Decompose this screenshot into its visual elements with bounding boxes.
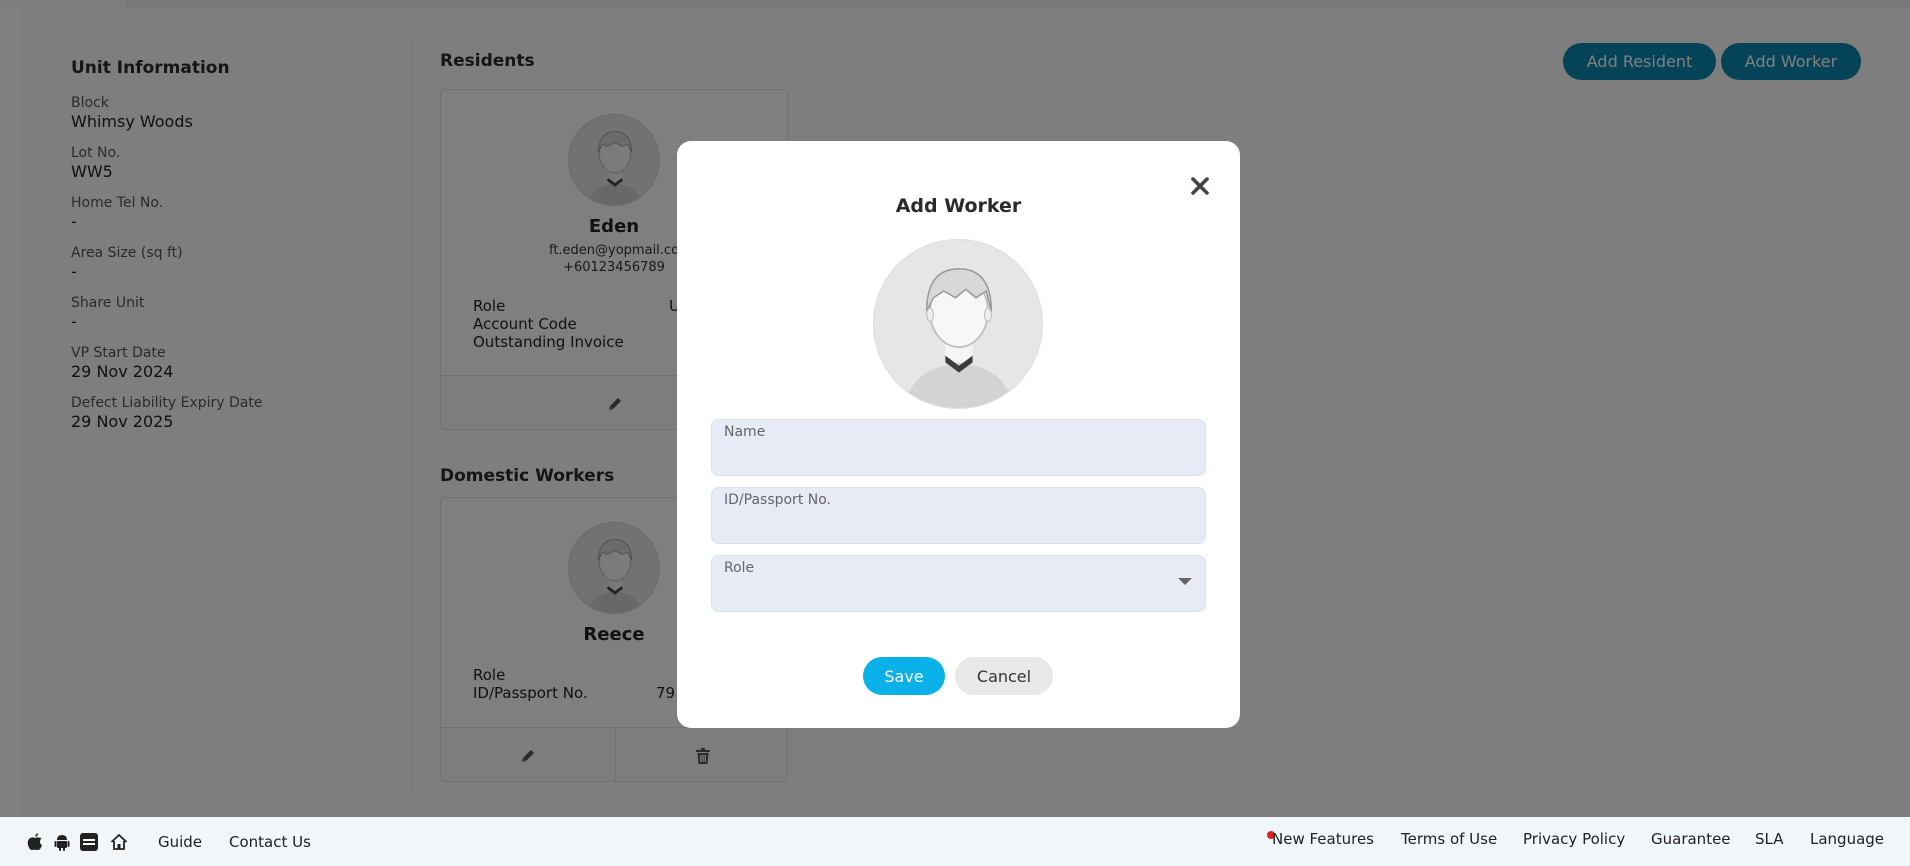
avatar-placeholder-icon bbox=[874, 240, 1042, 408]
app-icon[interactable] bbox=[79, 832, 99, 852]
save-button[interactable]: Save bbox=[863, 657, 945, 695]
worker-photo-upload[interactable] bbox=[873, 239, 1043, 409]
id-passport-input[interactable]: ID/Passport No. bbox=[711, 487, 1206, 544]
role-select-label: Role bbox=[724, 560, 755, 576]
footer-link-guarantee[interactable]: Guarantee bbox=[1651, 830, 1731, 848]
home-icon[interactable] bbox=[109, 832, 129, 852]
footer-link-contact-us[interactable]: Contact Us bbox=[229, 833, 311, 851]
add-worker-modal: Add Worker Name ID/Passport No. Role Sav… bbox=[677, 141, 1240, 728]
footer-link-language[interactable]: Language bbox=[1810, 830, 1884, 848]
cancel-button[interactable]: Cancel bbox=[955, 657, 1053, 695]
footer-link-terms-of-use[interactable]: Terms of Use bbox=[1401, 830, 1497, 848]
modal-title: Add Worker bbox=[895, 195, 1022, 217]
footer-link-new-features[interactable]: New Features bbox=[1272, 830, 1374, 848]
apple-icon[interactable] bbox=[25, 832, 45, 852]
role-select[interactable]: Role bbox=[711, 555, 1206, 612]
footer-link-privacy-policy[interactable]: Privacy Policy bbox=[1523, 830, 1625, 848]
name-input-label: Name bbox=[724, 424, 766, 440]
footer-link-sla[interactable]: SLA bbox=[1755, 830, 1783, 848]
name-input[interactable]: Name bbox=[711, 419, 1206, 476]
footer-link-guide[interactable]: Guide bbox=[158, 833, 202, 851]
chevron-down-icon bbox=[1178, 578, 1192, 585]
close-icon bbox=[1191, 177, 1209, 195]
id-passport-input-label: ID/Passport No. bbox=[724, 492, 831, 508]
android-icon[interactable] bbox=[52, 832, 72, 852]
footer: Guide Contact Us New Features Terms of U… bbox=[0, 817, 1910, 866]
